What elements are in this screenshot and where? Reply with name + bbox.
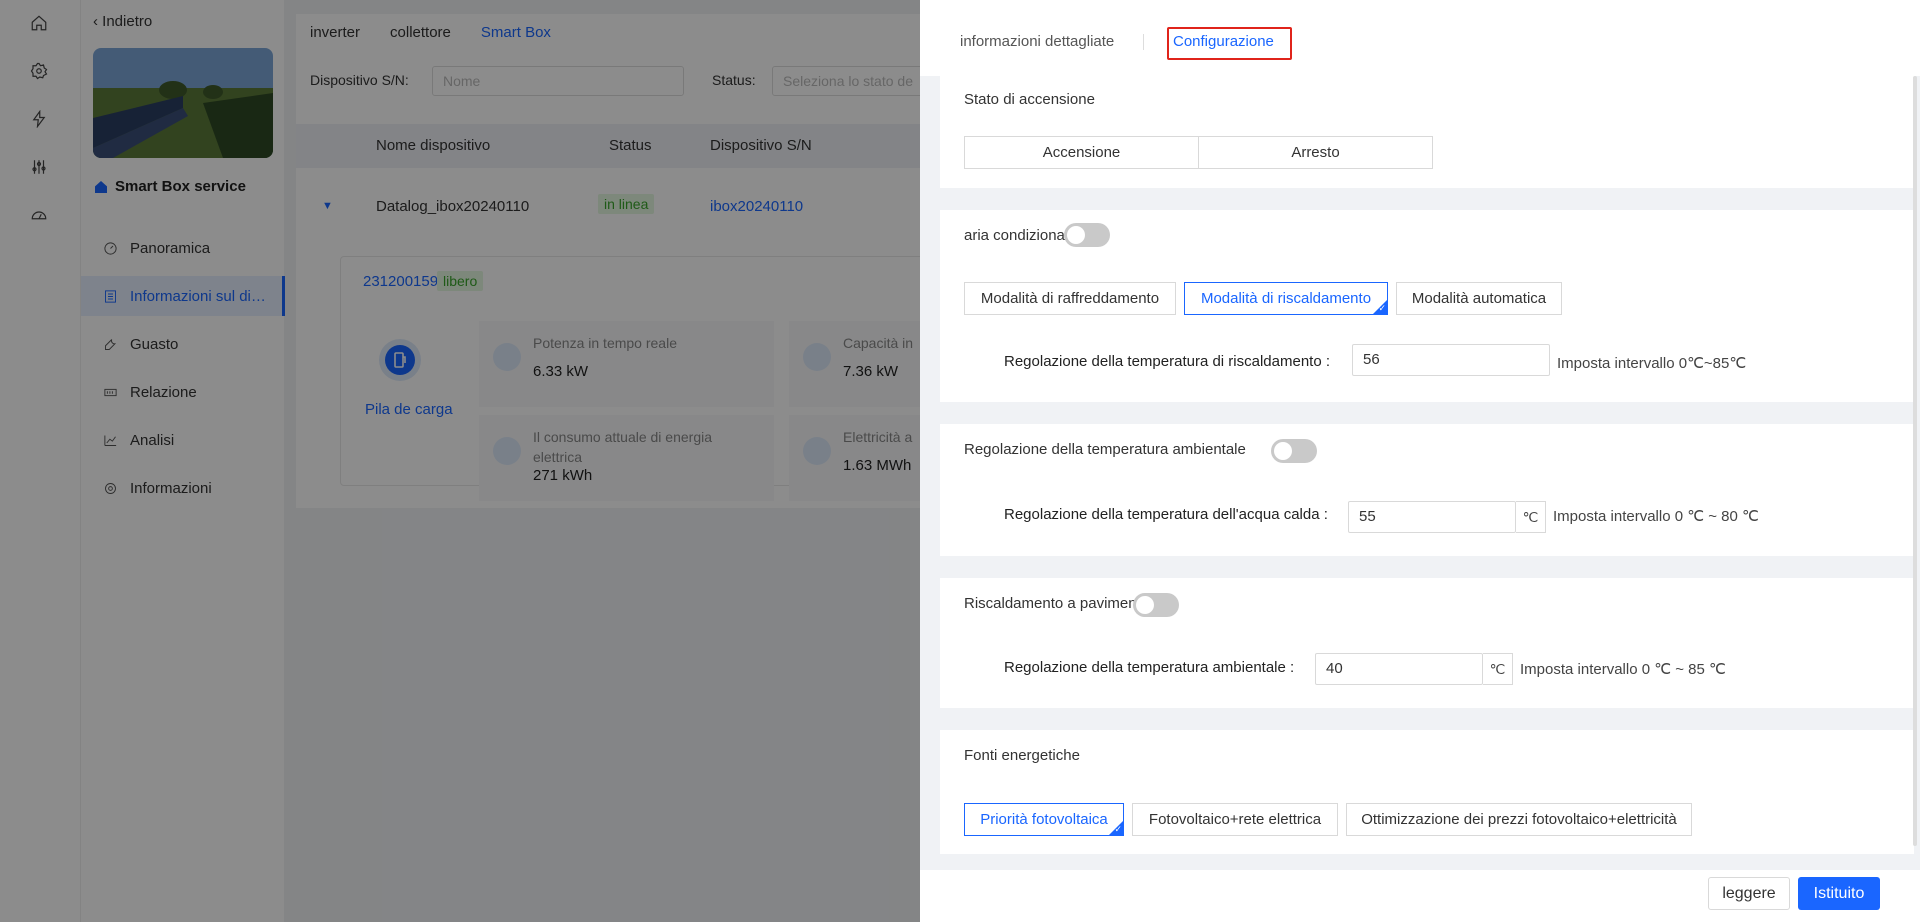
tab-divider: [1143, 34, 1144, 50]
floor-temp-unit: ℃: [1483, 653, 1513, 685]
heating-mode-button[interactable]: Modalità di riscaldamento ✓: [1184, 282, 1388, 315]
hot-water-temp-label: Regolazione della temperatura dell'acqua…: [1004, 506, 1328, 523]
set-button[interactable]: Istituito: [1798, 877, 1880, 910]
room-temp-title: Regolazione della temperatura ambientale: [964, 441, 1246, 458]
hot-water-temp-hint: Imposta intervallo 0 ℃ ~ 80 ℃: [1553, 508, 1759, 525]
floor-heating-title: Riscaldamento a pavimento: [964, 595, 1150, 612]
modal-overlay[interactable]: [0, 0, 920, 922]
power-state-title: Stato di accensione: [964, 91, 1095, 108]
pv-priority-label: Priorità fotovoltaica: [980, 811, 1108, 828]
price-optimization-button[interactable]: Ottimizzazione dei prezzi fotovoltaico+e…: [1346, 803, 1692, 836]
ac-panel: aria condizionata Modalità di raffreddam…: [940, 210, 1914, 402]
tab-informazioni-dettagliate[interactable]: informazioni dettagliate: [960, 33, 1114, 50]
check-icon: ✓: [1114, 824, 1122, 834]
ac-title: aria condizionata: [964, 227, 1078, 244]
floor-temp-hint: Imposta intervallo 0 ℃ ~ 85 ℃: [1520, 661, 1726, 678]
ac-toggle[interactable]: [1064, 223, 1110, 247]
check-icon: ✓: [1378, 303, 1386, 313]
floor-temp-input[interactable]: 40: [1315, 653, 1483, 685]
power-off-button[interactable]: Arresto: [1198, 136, 1433, 169]
heating-temp-hint: Imposta intervallo 0℃~85℃: [1557, 355, 1747, 372]
drawer-header: informazioni dettagliate Configurazione: [920, 0, 1920, 76]
read-button[interactable]: leggere: [1708, 877, 1790, 910]
heating-temp-input[interactable]: 56: [1352, 344, 1550, 376]
room-temp-toggle[interactable]: [1271, 439, 1317, 463]
config-drawer: informazioni dettagliate Configurazione …: [920, 0, 1920, 922]
auto-mode-button[interactable]: Modalità automatica: [1396, 282, 1562, 315]
hot-water-temp-input[interactable]: 55: [1348, 501, 1516, 533]
heating-mode-label: Modalità di riscaldamento: [1200, 290, 1372, 307]
cooling-mode-button[interactable]: Modalità di raffreddamento: [964, 282, 1176, 315]
room-temp-panel: Regolazione della temperatura ambientale…: [940, 424, 1914, 556]
floor-heating-panel: Riscaldamento a pavimento Regolazione de…: [940, 578, 1914, 708]
heating-temp-label: Regolazione della temperatura di riscald…: [1004, 353, 1331, 370]
power-state-panel: Stato di accensione Accensione Arresto: [940, 76, 1914, 188]
pv-grid-button[interactable]: Fotovoltaico+rete elettrica: [1132, 803, 1338, 836]
tab-configurazione[interactable]: Configurazione: [1173, 33, 1274, 50]
pv-priority-button[interactable]: Priorità fotovoltaica ✓: [964, 803, 1124, 836]
hot-water-temp-unit: ℃: [1516, 501, 1546, 533]
floor-heating-toggle[interactable]: [1133, 593, 1179, 617]
floor-temp-label: Regolazione della temperatura ambientale…: [1004, 659, 1295, 676]
power-on-button[interactable]: Accensione: [964, 136, 1199, 169]
energy-sources-panel: Fonti energetiche Priorità fotovoltaica …: [940, 730, 1914, 854]
energy-sources-title: Fonti energetiche: [964, 747, 1080, 764]
scrollbar[interactable]: [1913, 76, 1917, 846]
